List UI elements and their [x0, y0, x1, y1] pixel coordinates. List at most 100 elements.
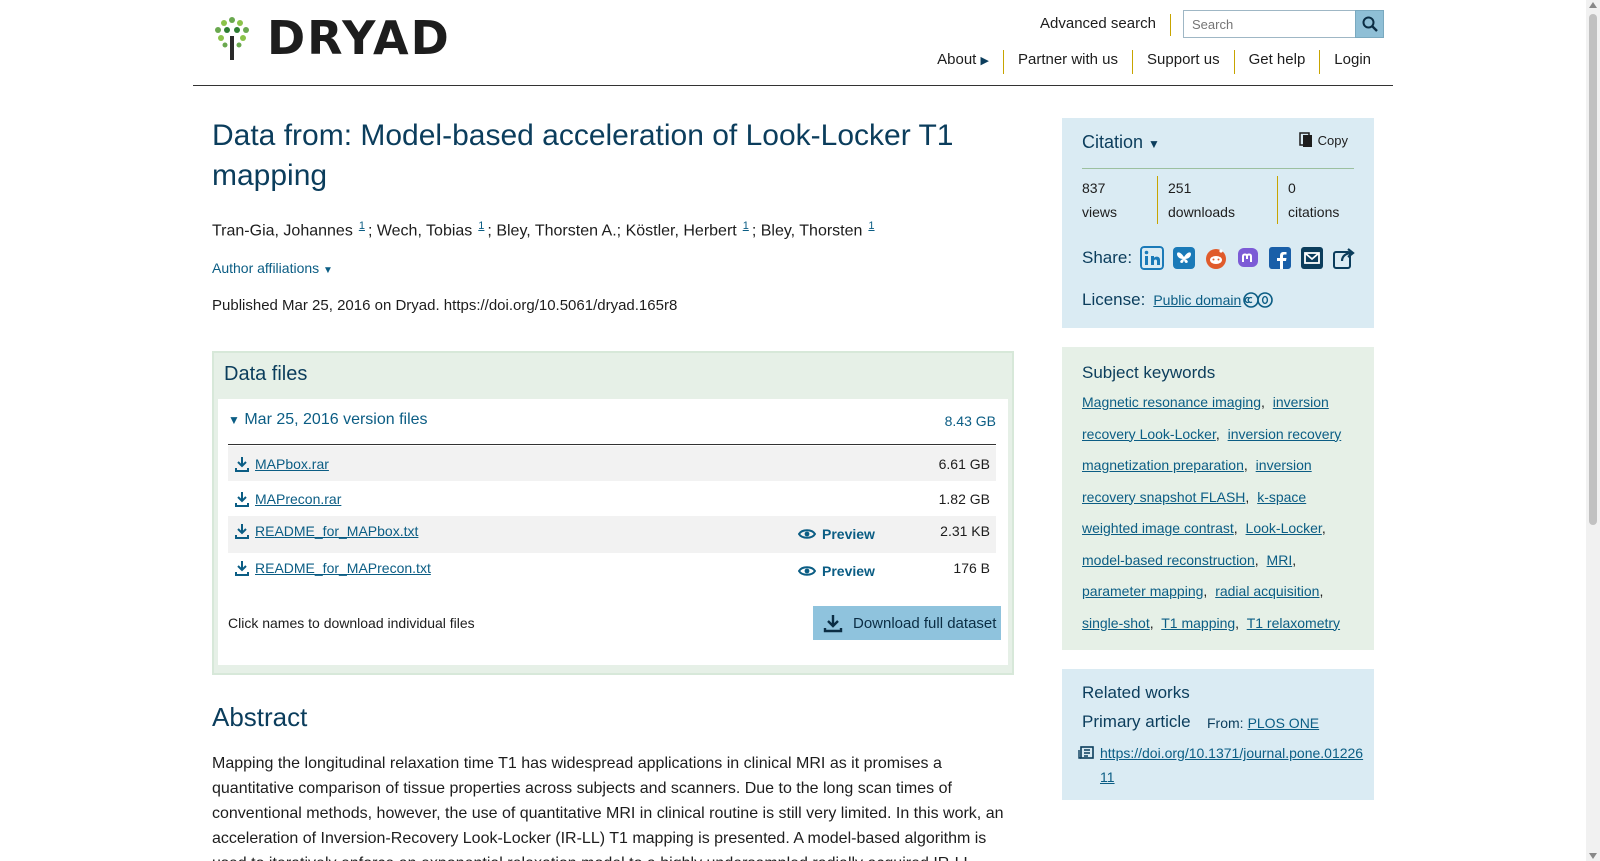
keyword-link[interactable]: MRI — [1267, 552, 1293, 568]
file-row: MAPrecon.rar 1.82 GB — [228, 481, 996, 516]
keywords-list: Magnetic resonance imaging, inversion re… — [1082, 394, 1342, 631]
copy-label: Copy — [1317, 132, 1348, 148]
from-label: From: — [1207, 715, 1244, 731]
author-name: Wech, Tobias — [376, 222, 473, 240]
logo-text: DRYAD — [267, 11, 451, 65]
version-toggle[interactable]: ▼ Mar 25, 2016 version files 8.43 GB — [228, 411, 996, 445]
citations-label: citations — [1288, 204, 1340, 220]
caret-down-icon: ▼ — [228, 413, 240, 427]
affiliation-marker[interactable]: 1 — [743, 220, 749, 232]
search-input[interactable] — [1183, 10, 1356, 38]
cc-zero-icon — [1243, 292, 1274, 308]
keywords-heading: Subject keywords — [1082, 363, 1216, 382]
citation-panel: Citation ▼ Copy 837 views 251 downloads … — [1062, 118, 1374, 328]
main-nav: About ▶ Partner with us Support us Get h… — [923, 50, 1385, 74]
author-name: Bley, Thorsten — [760, 222, 863, 240]
dataset-title: Data from: Model-based acceleration of L… — [212, 119, 954, 192]
search-icon — [1362, 16, 1378, 32]
site-header: DRYAD Advanced search About ▶ Partner wi… — [193, 0, 1393, 86]
caret-down-icon: ▼ — [323, 265, 333, 276]
scroll-up-arrow-icon[interactable] — [1589, 2, 1597, 8]
data-files-heading: Data files — [224, 363, 308, 385]
share-label: Share: — [1082, 248, 1133, 267]
nav-partner[interactable]: Partner with us — [1002, 50, 1132, 74]
bluesky-icon[interactable] — [1172, 246, 1196, 270]
related-works-panel: Related works Primary article From: PLOS … — [1062, 669, 1374, 800]
views-stat: 837 views — [1082, 176, 1157, 224]
author-name: Köstler, Herbert — [625, 222, 737, 240]
share-icon[interactable] — [1332, 246, 1356, 270]
keyword-link[interactable]: model-based reconstruction — [1082, 552, 1255, 568]
file-size: 1.82 GB — [938, 490, 990, 507]
publication-info: Published Mar 25, 2016 on Dryad. https:/… — [212, 297, 678, 314]
version-size: 8.43 GB — [944, 413, 996, 429]
keyword-link[interactable]: Look-Locker — [1246, 520, 1322, 536]
search-button[interactable] — [1355, 10, 1384, 38]
nav-about-label: About — [937, 51, 977, 68]
affiliation-marker[interactable]: 1 — [359, 220, 365, 232]
keyword-link[interactable]: radial acquisition — [1215, 583, 1319, 599]
share-row: Share: — [1082, 246, 1356, 270]
scroll-thumb[interactable] — [1589, 14, 1597, 525]
mastodon-icon[interactable] — [1236, 246, 1260, 270]
file-row: README_for_MAPbox.txt Preview 2.31 KB — [228, 516, 996, 553]
keyword-link[interactable]: Magnetic resonance imaging — [1082, 394, 1261, 410]
affiliation-marker[interactable]: 1 — [868, 220, 874, 232]
preview-button[interactable]: Preview — [798, 563, 875, 579]
file-size: 2.31 KB — [940, 523, 990, 539]
reddit-icon[interactable] — [1204, 246, 1228, 270]
nav-login[interactable]: Login — [1319, 50, 1385, 74]
nav-about[interactable]: About ▶ — [923, 50, 1003, 74]
related-doi-link[interactable]: https://doi.org/10.1371/journal.pone.012… — [1100, 741, 1368, 789]
file-download-link[interactable]: MAPrecon.rar — [255, 491, 341, 507]
copy-citation-button[interactable]: Copy — [1298, 132, 1348, 148]
related-works-heading: Related works — [1082, 683, 1190, 702]
download-icon — [823, 615, 843, 633]
journal-link[interactable]: PLOS ONE — [1248, 715, 1320, 731]
keyword-link[interactable]: parameter mapping — [1082, 583, 1203, 599]
license-link[interactable]: Public domain — [1153, 292, 1241, 308]
nav-support[interactable]: Support us — [1132, 50, 1234, 74]
file-row: README_for_MAPrecon.txt Preview 176 B — [228, 553, 996, 590]
caret-down-icon: ▼ — [1148, 137, 1160, 151]
downloads-stat: 251 downloads — [1157, 176, 1277, 224]
download-icon — [235, 491, 249, 507]
linkedin-icon[interactable] — [1140, 246, 1165, 270]
file-download-link[interactable]: MAPbox.rar — [255, 456, 329, 472]
version-label: Mar 25, 2016 version files — [244, 411, 428, 428]
downloads-count: 251 — [1168, 180, 1192, 196]
license-row: License: Public domain — [1082, 290, 1274, 310]
download-note: Click names to download individual files — [228, 615, 475, 631]
primary-article-label: Primary article — [1082, 712, 1191, 731]
subject-keywords-panel: Subject keywords Magnetic resonance imag… — [1062, 347, 1374, 650]
download-full-dataset-button[interactable]: Download full dataset — [813, 606, 1001, 640]
author-name: Bley, Thorsten A. — [496, 222, 617, 240]
email-icon[interactable] — [1300, 246, 1324, 270]
author-affiliations-toggle[interactable]: Author affiliations ▼ — [212, 260, 333, 276]
clipboard-icon — [1298, 132, 1312, 147]
preview-button[interactable]: Preview — [798, 526, 875, 542]
keyword-link[interactable]: single-shot — [1082, 615, 1150, 631]
download-icon — [235, 524, 249, 539]
file-download-link[interactable]: README_for_MAPbox.txt — [255, 523, 418, 539]
data-files-content: ▼ Mar 25, 2016 version files 8.43 GB MAP… — [218, 399, 1008, 665]
page-scrollbar[interactable] — [1586, 0, 1600, 861]
eye-icon — [798, 529, 816, 539]
data-files-panel: Data files ▼ Mar 25, 2016 version files … — [212, 351, 1014, 675]
scroll-down-arrow-icon[interactable] — [1589, 853, 1597, 859]
downloads-label: downloads — [1168, 204, 1235, 220]
article-icon — [1078, 746, 1094, 759]
dryad-logo[interactable]: DRYAD — [213, 11, 451, 65]
abstract-text: Mapping the longitudinal relaxation time… — [212, 755, 1004, 861]
nav-help[interactable]: Get help — [1233, 50, 1320, 74]
tree-logo-icon — [215, 17, 249, 60]
facebook-icon[interactable] — [1268, 246, 1292, 270]
keyword-link[interactable]: T1 relaxometry — [1247, 615, 1340, 631]
file-download-link[interactable]: README_for_MAPrecon.txt — [255, 560, 431, 576]
affiliation-marker[interactable]: 1 — [478, 220, 484, 232]
download-full-label: Download full dataset — [853, 614, 997, 632]
views-count: 837 — [1082, 180, 1106, 196]
advanced-search-link[interactable]: Advanced search — [1040, 14, 1171, 36]
keyword-link[interactable]: T1 mapping — [1161, 615, 1235, 631]
citation-toggle[interactable]: Citation ▼ — [1082, 132, 1160, 153]
